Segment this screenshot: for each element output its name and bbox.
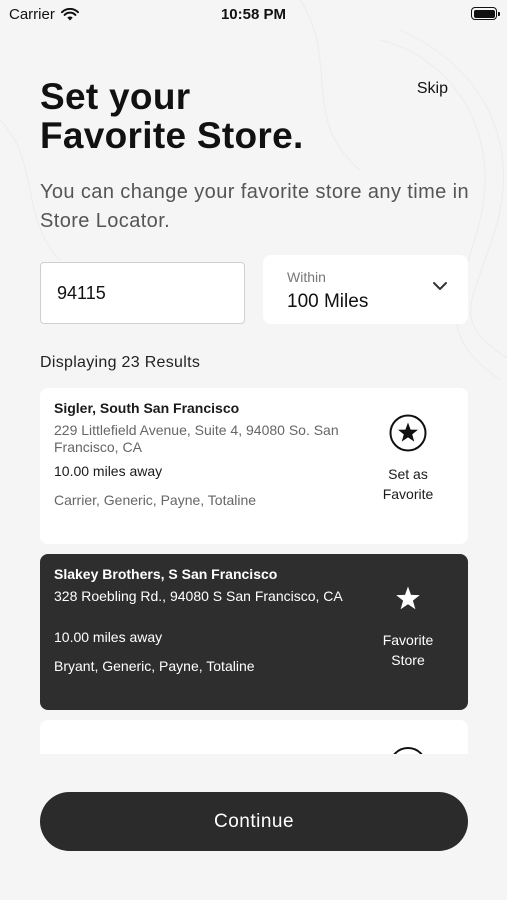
page-title: Set your Favorite Store. — [40, 77, 380, 155]
store-card[interactable]: Sigler, South San Francisco 229 Littlefi… — [40, 388, 468, 544]
set-favorite-label: Set as Favorite — [382, 466, 434, 502]
zip-code-input[interactable] — [40, 262, 245, 324]
continue-button[interactable]: Continue — [40, 792, 468, 851]
store-name: Slakey Brothers, S San Francisco — [54, 566, 278, 582]
store-distance: 10.00 miles away — [54, 629, 163, 645]
skip-button[interactable]: Skip — [417, 80, 448, 98]
store-name: Sigler, South San Francisco — [54, 400, 240, 416]
results-count: Displaying 23 Results — [40, 354, 201, 371]
store-card-selected[interactable]: Slakey Brothers, S San Francisco 328 Roe… — [40, 554, 468, 710]
favorite-store-button[interactable]: Favorite Store — [368, 580, 448, 670]
set-favorite-button[interactable]: Set as Favorite — [368, 414, 448, 504]
chevron-down-icon — [433, 282, 447, 290]
star-circle-icon — [389, 414, 427, 452]
radius-value: 100 Miles — [287, 291, 369, 312]
title-line-1: Set your — [40, 76, 191, 117]
store-address: 328 Roebling Rd., 94080 S San Francisco,… — [54, 588, 343, 604]
radius-label: Within — [287, 269, 326, 285]
status-time: 10:58 PM — [220, 6, 287, 23]
store-address: 229 Littlefield Avenue, Suite 4, 94080 S… — [54, 422, 339, 455]
page-subtitle: You can change your favorite store any t… — [40, 181, 470, 232]
store-distance: 10.00 miles away — [54, 463, 163, 479]
favorite-store-label: Favorite Store — [382, 632, 434, 668]
store-brands: Carrier, Generic, Payne, Totaline — [54, 492, 257, 508]
title-line-2: Favorite Store. — [40, 115, 304, 156]
store-brands: Bryant, Generic, Payne, Totaline — [54, 658, 255, 674]
battery-icon — [471, 7, 500, 20]
status-bar: Carrier 10:58 PM — [0, 0, 507, 30]
star-icon — [396, 586, 420, 610]
radius-dropdown[interactable]: Within 100 Miles — [263, 255, 468, 324]
